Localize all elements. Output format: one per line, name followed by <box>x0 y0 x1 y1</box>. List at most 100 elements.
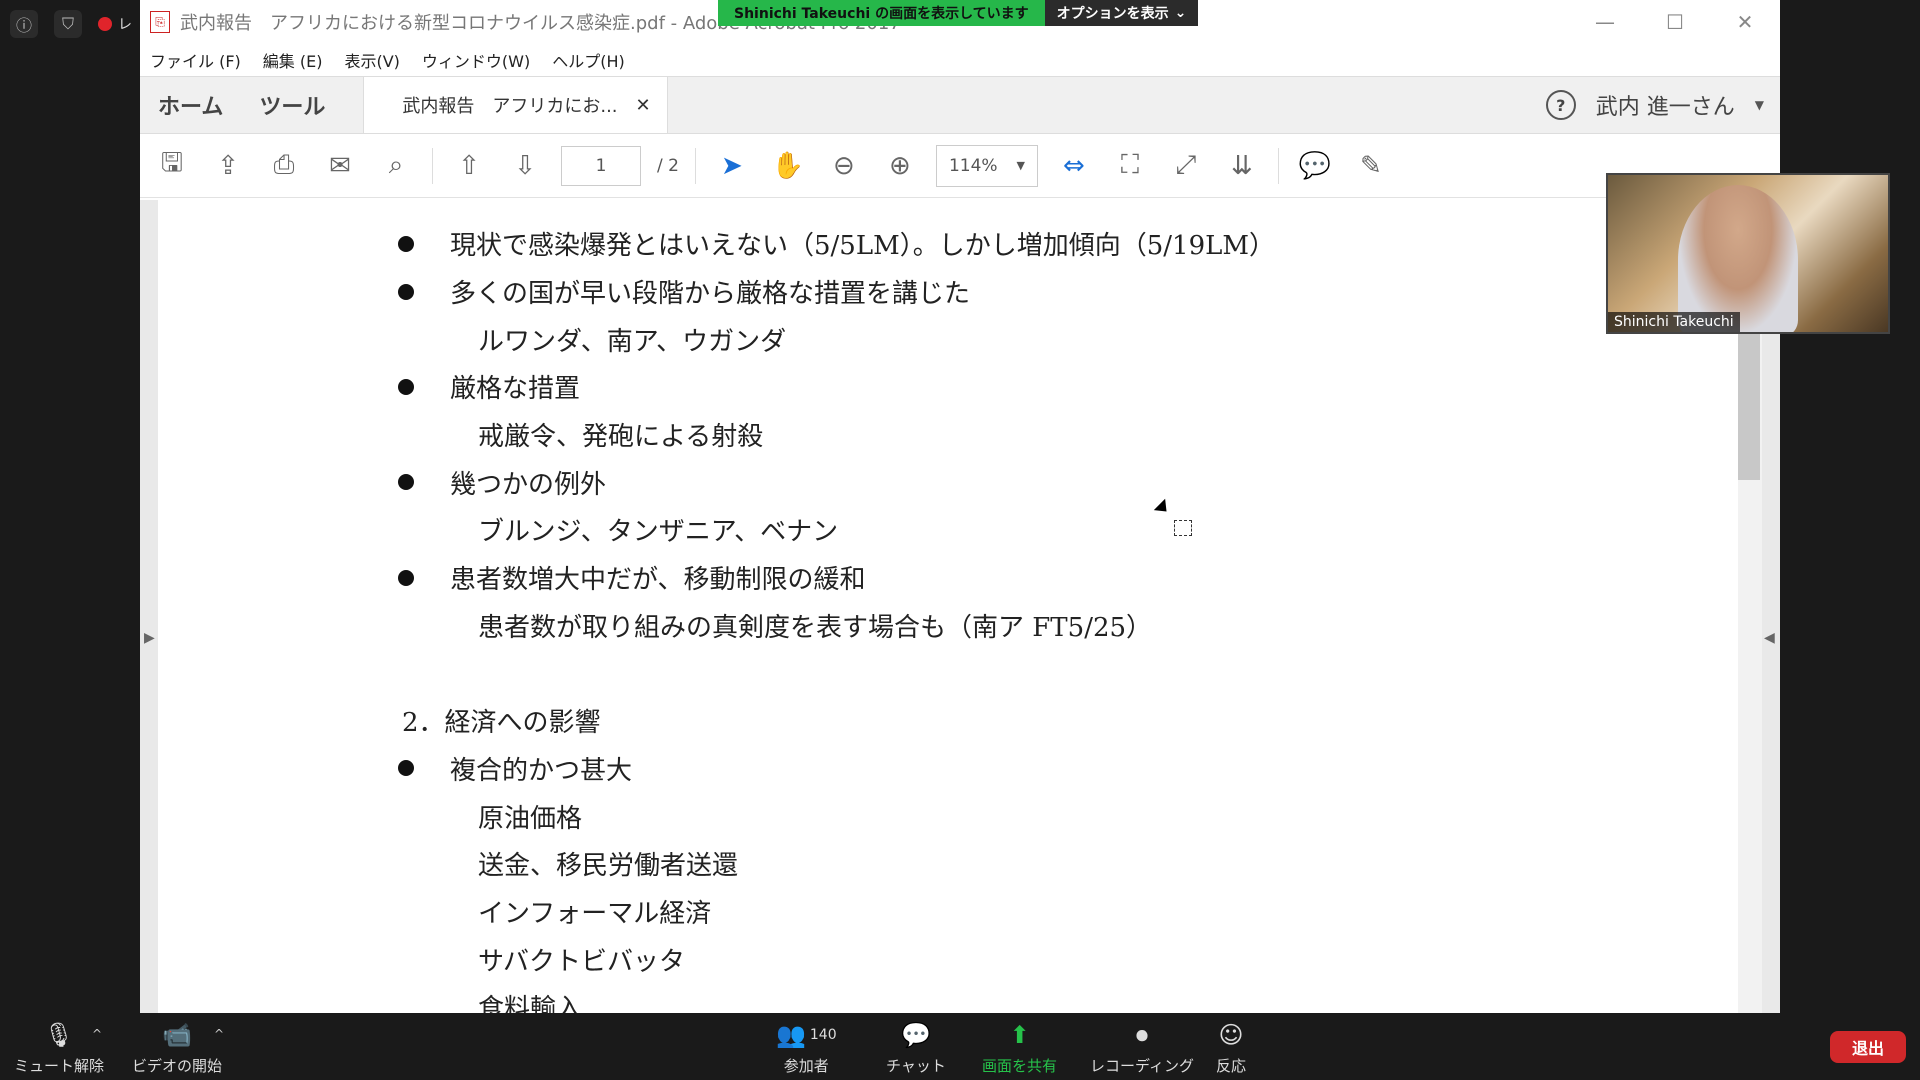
list-item: 患者数増大中だが、移動制限の緩和 <box>398 554 1275 602</box>
video-label: ビデオの開始 <box>132 1057 223 1075</box>
fit-width-icon[interactable]: ⛶ <box>1110 146 1150 186</box>
close-tab-icon[interactable]: ✕ <box>636 95 651 116</box>
window-controls: — ☐ ✕ <box>1570 0 1780 44</box>
page-number-input[interactable]: 1 <box>561 145 641 186</box>
scrollbar-thumb[interactable] <box>1738 330 1760 480</box>
mail-icon[interactable]: ✉ <box>320 146 360 186</box>
sub-item: 戒厳令、発砲による射殺 <box>398 411 1275 459</box>
line-text: ルワンダ、南ア、ウガンダ <box>478 326 787 357</box>
line-text: サバクトビバッタ <box>478 946 685 977</box>
scroll-mode-icon[interactable]: ⇊ <box>1222 146 1262 186</box>
zoom-in-icon[interactable]: ⊕ <box>880 146 920 186</box>
user-account[interactable]: 武内 進一さん <box>1596 89 1735 121</box>
sub-item: 原油価格 <box>398 792 1275 840</box>
mute-button[interactable]: 🎙 ミュート解除 <box>14 1021 104 1076</box>
line-text: 患者数が取り組みの真剣度を表す場合も（南ア FT5/25） <box>478 612 1153 643</box>
bullet-icon <box>398 569 414 586</box>
chevron-down-icon[interactable]: ▼ <box>1755 98 1764 112</box>
menu-window[interactable]: ウィンドウ(W) <box>422 48 530 72</box>
tab-tools[interactable]: ツール <box>241 77 343 133</box>
acrobat-window: ⎘ 武内報告 アフリカにおける新型コロナウイルス感染症.pdf - Adobe … <box>140 0 1780 1013</box>
list-item: 厳格な措置 <box>398 363 1275 411</box>
participants-label: 参加者 <box>783 1057 829 1075</box>
sub-item: 食料輸入 <box>398 983 1275 1013</box>
page-down-icon[interactable]: ⇩ <box>505 146 545 186</box>
view-options-label: オプションを表示 <box>1056 6 1169 22</box>
menu-file[interactable]: ファイル (F) <box>150 48 241 72</box>
menu-bar: ファイル (F) 編集 (E) 表示(V) ウィンドウ(W) ヘルプ(H) <box>140 44 1780 76</box>
reactions-label: 反応 <box>1216 1057 1247 1075</box>
recording-dot-icon <box>98 17 112 31</box>
reactions-button[interactable]: ☺ 反応 <box>1216 1021 1246 1076</box>
chevron-down-icon: ▼ <box>1016 159 1025 172</box>
tab-home[interactable]: ホーム <box>140 77 241 133</box>
line-text: 患者数増大中だが、移動制限の緩和 <box>450 565 866 596</box>
select-arrow-icon[interactable]: ➤ <box>712 146 752 186</box>
help-icon[interactable]: ? <box>1545 90 1576 120</box>
list-item: 幾つかの例外 <box>398 458 1275 506</box>
tab-document[interactable]: 武内報告 アフリカにお... ✕ <box>363 77 668 133</box>
menu-help[interactable]: ヘルプ(H) <box>552 48 625 72</box>
save-icon[interactable]: 🖫 <box>152 146 192 186</box>
share-label: 画面を共有 <box>982 1057 1058 1075</box>
chat-button[interactable]: 💬 チャット <box>886 1021 946 1076</box>
page-content: 現状で感染爆発とはいえない（5/5LM）。しかし増加傾向（5/19LM） 多くの… <box>398 220 1275 1013</box>
video-options-chevron-icon[interactable]: ^ <box>214 1027 224 1041</box>
sub-item: 患者数が取り組みの真剣度を表す場合も（南ア FT5/25） <box>398 602 1275 650</box>
share-screen-button[interactable]: ⬆ 画面を共有 <box>982 1021 1057 1076</box>
menu-view[interactable]: 表示(V) <box>344 48 399 72</box>
close-icon[interactable]: ✕ <box>1710 0 1780 44</box>
line-text: 多くの国が早い段階から厳格な措置を講じた <box>450 279 971 310</box>
toolbar-divider <box>694 147 696 184</box>
participants-button[interactable]: 👥 140 参加者 <box>776 1021 837 1076</box>
view-options-button[interactable]: オプションを表示 ⌄ <box>1044 0 1199 26</box>
menu-edit[interactable]: 編集 (E) <box>263 48 323 72</box>
upload-cloud-icon[interactable]: ⇪ <box>208 146 248 186</box>
info-icon[interactable]: ⓘ <box>10 10 38 38</box>
sub-item: ブルンジ、タンザニア、ベナン <box>398 506 1275 554</box>
fullscreen-icon[interactable]: ⤢ <box>1166 146 1206 186</box>
comment-icon[interactable]: 💬 <box>1295 146 1335 186</box>
print-icon[interactable]: ⎙ <box>264 146 304 186</box>
list-item: 現状で感染爆発とはいえない（5/5LM）。しかし増加傾向（5/19LM） <box>398 220 1275 268</box>
bullet-icon <box>398 760 414 777</box>
left-panel-toggle-icon[interactable]: ▶ <box>144 630 155 646</box>
search-icon[interactable]: ⌕ <box>376 146 416 186</box>
screen-share-banner: Shinichi Takeuchi の画面を表示しています オプションを表示 ⌄ <box>718 0 1199 26</box>
bullet-icon <box>398 283 414 300</box>
record-button[interactable]: ⏺ レコーディング <box>1090 1021 1194 1076</box>
line-text: 厳格な措置 <box>450 374 581 405</box>
line-text: 送金、移民労働者送還 <box>478 851 739 882</box>
zoom-top-indicators: ⓘ ⛉ レ <box>10 10 132 38</box>
document-tab-label: 武内報告 アフリカにお... <box>402 96 618 117</box>
record-label: レコーディング <box>1090 1057 1194 1075</box>
list-item: 多くの国が早い段階から厳格な措置を講じた <box>398 268 1275 316</box>
toolbar: 🖫 ⇪ ⎙ ✉ ⌕ ⇧ ⇩ 1 / 2 ➤ ✋ ⊖ ⊕ 114% ▼ ⇔ ⛶ ⤢… <box>140 134 1780 198</box>
bullet-icon <box>398 235 414 252</box>
right-panel-toggle-icon[interactable]: ◀ <box>1764 630 1775 646</box>
smiley-plus-icon: ☺ <box>1218 1021 1244 1049</box>
line-text: 複合的かつ甚大 <box>450 755 633 786</box>
page-up-icon[interactable]: ⇧ <box>449 146 489 186</box>
maximize-icon[interactable]: ☐ <box>1640 0 1710 44</box>
minimize-icon[interactable]: — <box>1570 0 1640 44</box>
document-area: ▶ 現状で感染爆発とはいえない（5/5LM）。しかし増加傾向（5/19LM） 多… <box>140 200 1780 1013</box>
list-item: 複合的かつ甚大 <box>398 745 1275 793</box>
shield-icon[interactable]: ⛉ <box>54 10 82 38</box>
fit-page-icon[interactable]: ⇔ <box>1054 146 1094 186</box>
zoom-level-dropdown[interactable]: 114% ▼ <box>935 144 1038 187</box>
participant-video[interactable]: Shinichi Takeuchi <box>1606 173 1890 334</box>
line-text: 戒厳令、発砲による射殺 <box>478 422 764 453</box>
sub-item: サバクトビバッタ <box>398 935 1275 983</box>
line-text: 現状で感染爆発とはいえない（5/5LM）。しかし増加傾向（5/19LM） <box>450 231 1276 262</box>
start-video-button[interactable]: 📹 ビデオの開始 <box>132 1021 222 1076</box>
line-text: ブルンジ、タンザニア、ベナン <box>478 517 839 548</box>
participants-icon: 👥 140 <box>776 1021 837 1049</box>
zoom-out-icon[interactable]: ⊖ <box>824 146 864 186</box>
participant-name: Shinichi Takeuchi <box>1608 312 1740 332</box>
audio-options-chevron-icon[interactable]: ^ <box>92 1027 102 1041</box>
leave-button[interactable]: 退出 <box>1830 1031 1906 1063</box>
highlight-pen-icon[interactable]: ✎ <box>1351 146 1391 186</box>
hand-tool-icon[interactable]: ✋ <box>768 146 808 186</box>
video-off-icon: 📹 <box>162 1021 192 1049</box>
